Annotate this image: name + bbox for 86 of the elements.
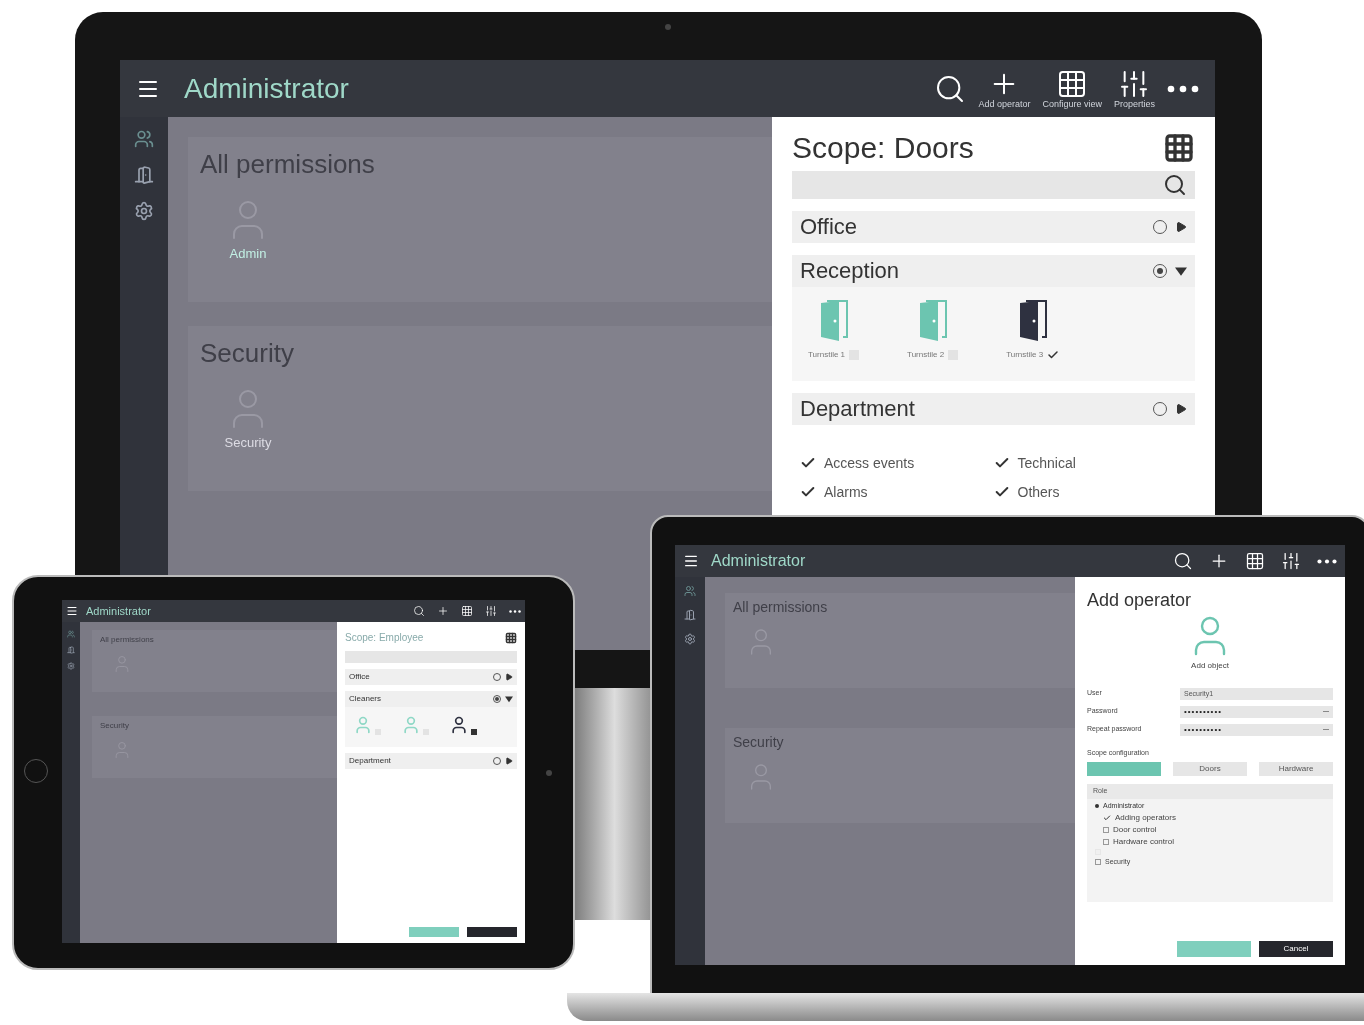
cancel-button[interactable]: Cancel <box>1259 941 1333 957</box>
section-header[interactable]: Department <box>792 392 1195 425</box>
avatar-caption: Add object <box>1191 659 1229 672</box>
add-button[interactable]: Add operator <box>978 68 1031 109</box>
section-header[interactable]: Cleaners <box>345 691 517 707</box>
group-title: All permissions <box>100 634 155 646</box>
reveal-icon[interactable] <box>1323 728 1329 731</box>
scope-tab[interactable]: Hardware <box>1259 762 1333 776</box>
group-title: Security <box>733 733 785 752</box>
sliders-button[interactable] <box>1281 551 1301 571</box>
monitor-camera <box>665 24 671 30</box>
grid-icon[interactable] <box>505 631 517 644</box>
section-name: Department <box>349 755 391 767</box>
section-name: Office <box>349 671 370 683</box>
expand-arrow-icon[interactable] <box>505 695 513 703</box>
filter-label: Technical <box>1017 453 1076 473</box>
filter-label: Others <box>1017 482 1060 502</box>
permission-name[interactable]: Door control <box>1113 825 1157 835</box>
users-icon[interactable] <box>684 585 696 597</box>
group-title: All permissions <box>733 598 829 617</box>
search-button[interactable] <box>1173 551 1193 571</box>
menu-icon[interactable] <box>683 553 699 569</box>
section-header[interactable]: Office <box>792 210 1195 243</box>
search-icon[interactable] <box>1163 172 1187 197</box>
panel-title: Scope: Employee <box>345 631 424 645</box>
checkbox[interactable] <box>1103 827 1109 833</box>
collapse-arrow-icon[interactable] <box>1175 402 1187 415</box>
section-name: Reception <box>800 257 900 285</box>
section-header[interactable]: Reception <box>792 254 1195 287</box>
group-title: Security <box>200 337 295 370</box>
sliders-button[interactable]: Properties <box>1113 68 1155 109</box>
tablet-camera <box>546 770 552 776</box>
checkbox[interactable] <box>471 729 477 735</box>
search-field[interactable] <box>792 170 1195 199</box>
collapse-arrow-icon[interactable] <box>505 757 513 765</box>
grid-view-button[interactable] <box>1245 551 1265 571</box>
door-icon[interactable] <box>684 609 696 621</box>
app-title: Administrator <box>184 74 349 103</box>
check-icon[interactable] <box>1047 348 1060 361</box>
collapse-arrow-icon[interactable] <box>1175 220 1187 233</box>
more-button[interactable] <box>509 609 521 613</box>
check-icon[interactable] <box>1103 814 1111 822</box>
permission-name[interactable]: Hardware control <box>1113 837 1174 847</box>
filter-label: Access events <box>824 453 915 473</box>
scope-tab[interactable]: Doors <box>1173 762 1247 776</box>
section-header[interactable]: Department <box>345 753 517 769</box>
grid-view-button[interactable] <box>461 605 473 617</box>
search-button[interactable] <box>413 605 425 617</box>
checkbox[interactable] <box>1095 859 1101 866</box>
more-button[interactable] <box>1317 558 1337 564</box>
panel-title: Scope: Doors <box>792 130 974 166</box>
reveal-icon[interactable] <box>1323 710 1329 713</box>
settings-icon[interactable] <box>134 201 154 221</box>
door-icon[interactable] <box>134 165 154 185</box>
search-field[interactable] <box>345 651 517 663</box>
menu-icon[interactable] <box>66 605 78 617</box>
door-name: Turnstile 3 <box>1006 348 1044 361</box>
app-title: Administrator <box>86 605 151 617</box>
section-name: Cleaners <box>349 693 381 705</box>
checkbox[interactable] <box>1103 839 1109 845</box>
radio-button[interactable] <box>493 695 501 703</box>
group-title: Security <box>100 720 130 732</box>
group-title: All permissions <box>200 148 376 181</box>
expand-arrow-icon[interactable] <box>1175 264 1187 277</box>
section-name: Department <box>800 395 915 423</box>
section-name: Office <box>800 213 858 241</box>
settings-icon[interactable] <box>67 662 75 670</box>
door-name: Turnstile 2 <box>907 348 945 361</box>
more-button[interactable] <box>1167 84 1199 93</box>
add-button[interactable] <box>437 605 449 617</box>
app-title: Administrator <box>711 553 806 569</box>
users-icon[interactable] <box>134 129 154 149</box>
panel-title: Add operator <box>1087 589 1193 612</box>
sliders-button[interactable] <box>485 605 497 617</box>
grid-view-button[interactable]: Configure view <box>1042 68 1102 109</box>
section-header[interactable]: Office <box>345 669 517 685</box>
settings-icon[interactable] <box>684 633 696 645</box>
password-field[interactable]: •••••••••• <box>1180 723 1333 736</box>
password-field[interactable]: •••••••••• <box>1180 705 1333 718</box>
door-name: Turnstile 1 <box>808 348 846 361</box>
users-icon[interactable] <box>67 630 75 638</box>
permission-name[interactable]: Adding operators <box>1115 813 1176 823</box>
collapse-arrow-icon[interactable] <box>505 673 513 681</box>
person-icon[interactable] <box>449 715 469 735</box>
grid-icon[interactable] <box>1163 131 1195 164</box>
filter-label: Alarms <box>824 482 868 502</box>
